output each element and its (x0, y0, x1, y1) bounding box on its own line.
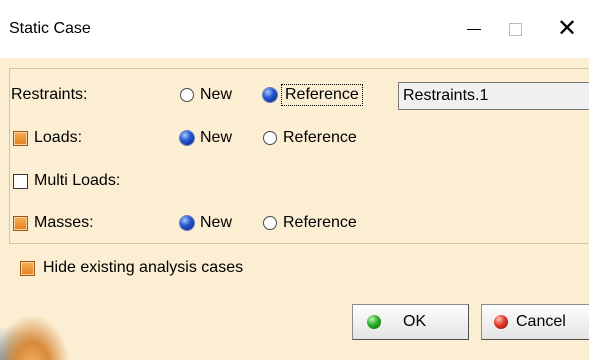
multi-loads-row: Multi Loads: (10, 168, 210, 194)
masses-row: Masses: New Reference (10, 210, 410, 236)
radio-selected-icon[interactable] (180, 131, 194, 145)
restraints-reference-field[interactable]: Restraints.1 (398, 82, 589, 110)
maximize-icon (508, 22, 522, 36)
loads-reference-label: Reference (283, 129, 357, 146)
masses-new-label: New (200, 214, 233, 231)
close-icon: ✕ (556, 15, 578, 42)
restraints-new-option[interactable]: New (180, 86, 232, 104)
masses-reference-label: Reference (283, 214, 357, 231)
minimize-button[interactable] (452, 9, 496, 49)
loads-new-option[interactable]: New (180, 129, 232, 147)
minimize-icon (467, 28, 481, 30)
radio-icon[interactable] (263, 216, 277, 230)
loads-new-label: New (200, 129, 233, 146)
masses-reference-option[interactable]: Reference (263, 214, 357, 232)
restraints-new-label: New (200, 86, 233, 103)
hide-existing-checkbox[interactable]: Hide existing analysis cases (20, 259, 243, 277)
loads-row: Loads: New Reference (10, 125, 410, 151)
checkbox-icon[interactable] (13, 173, 28, 189)
title-bar: Static Case ✕ (0, 0, 589, 58)
masses-label: Masses: (34, 214, 94, 231)
maximize-button[interactable] (493, 9, 537, 49)
restraints-label: Restraints: (11, 86, 88, 103)
hide-existing-label: Hide existing analysis cases (43, 259, 244, 276)
ok-label: OK (403, 313, 427, 330)
checkbox-checked-icon[interactable] (13, 215, 28, 231)
restraints-reference-label: Reference (281, 84, 363, 106)
cancel-icon (494, 315, 508, 329)
cancel-label: Cancel (516, 313, 566, 330)
checkbox-checked-icon[interactable] (13, 130, 28, 146)
restraints-row: Restraints: New Reference Restraints.1 (10, 82, 589, 110)
radio-icon[interactable] (263, 131, 277, 145)
options-panel: Restraints: New Reference Restraints.1 L… (9, 68, 589, 244)
close-button[interactable]: ✕ (545, 9, 589, 49)
loads-label: Loads: (34, 129, 83, 146)
checkbox-checked-icon[interactable] (20, 260, 35, 276)
loads-reference-option[interactable]: Reference (263, 129, 357, 147)
ok-button[interactable]: OK (352, 304, 469, 340)
multi-loads-label: Multi Loads: (34, 172, 121, 189)
multi-loads-checkbox[interactable]: Multi Loads: (13, 172, 120, 190)
loads-checkbox[interactable]: Loads: (13, 129, 82, 147)
cancel-button[interactable]: Cancel (481, 304, 589, 340)
radio-selected-icon[interactable] (180, 216, 194, 230)
catia-logo-decoration (0, 300, 80, 360)
restraints-reference-option[interactable]: Reference (263, 84, 363, 106)
radio-icon[interactable] (180, 88, 194, 102)
masses-checkbox[interactable]: Masses: (13, 214, 94, 232)
restraints-reference-value: Restraints.1 (403, 87, 489, 104)
ok-icon (367, 315, 381, 329)
window-title: Static Case (9, 20, 91, 37)
masses-new-option[interactable]: New (180, 214, 232, 232)
radio-selected-icon[interactable] (263, 88, 277, 102)
